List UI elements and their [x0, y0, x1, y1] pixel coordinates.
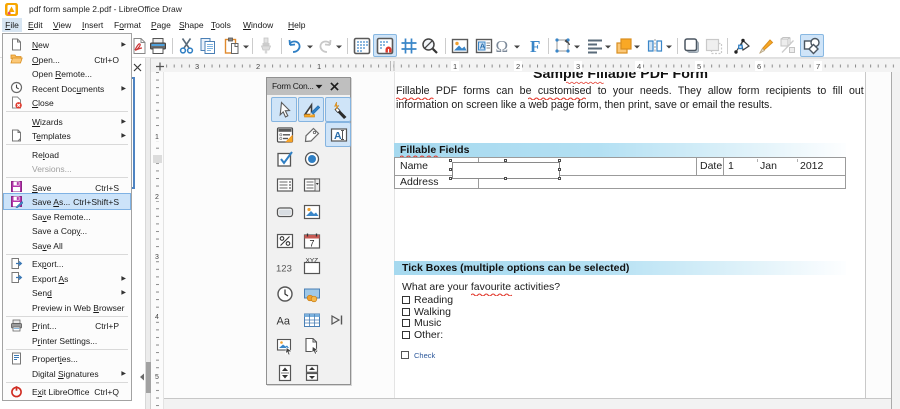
- svg-text:1: 1: [317, 62, 321, 71]
- svg-text:Ω: Ω: [496, 37, 509, 55]
- svg-text:4: 4: [637, 62, 641, 71]
- svg-text:3: 3: [155, 254, 159, 261]
- svg-text:A: A: [480, 41, 486, 50]
- svg-text:XYZ: XYZ: [306, 258, 319, 265]
- svg-text:123: 123: [276, 264, 292, 275]
- svg-text:5: 5: [697, 62, 701, 71]
- svg-text:A: A: [334, 130, 342, 142]
- svg-text:3: 3: [576, 62, 580, 71]
- svg-text:F: F: [530, 37, 540, 55]
- svg-text:4: 4: [155, 314, 159, 321]
- svg-text:2: 2: [516, 62, 520, 71]
- svg-text:Aa: Aa: [277, 316, 291, 328]
- svg-text:6: 6: [757, 62, 761, 71]
- svg-text:3: 3: [195, 62, 199, 71]
- svg-text:1: 1: [155, 134, 159, 141]
- svg-text:5: 5: [155, 374, 159, 381]
- svg-text:2: 2: [155, 194, 159, 201]
- svg-text:7: 7: [816, 62, 820, 71]
- svg-text:7: 7: [310, 238, 315, 248]
- svg-text:1: 1: [453, 62, 457, 71]
- svg-text:2: 2: [256, 62, 260, 71]
